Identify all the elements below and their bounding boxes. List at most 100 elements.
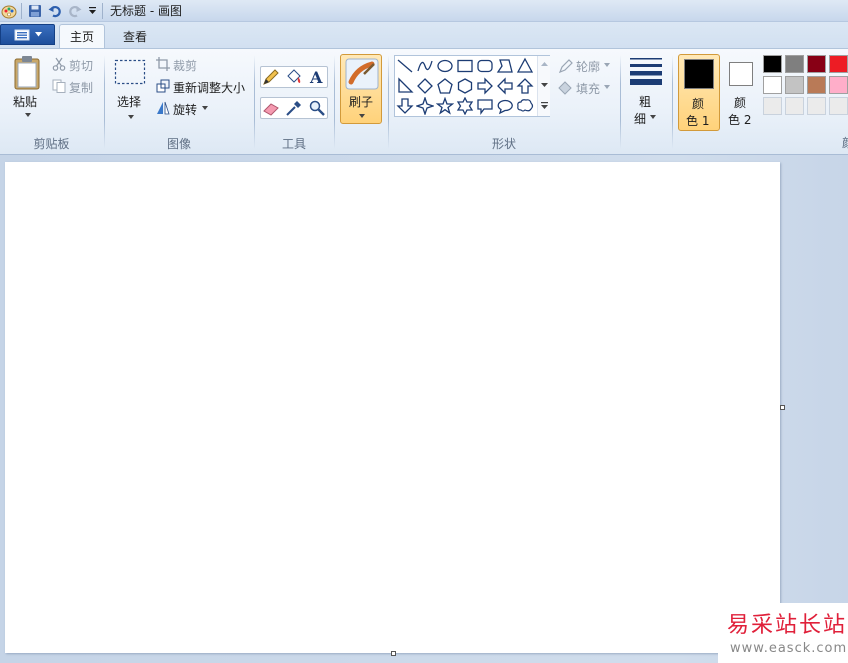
scissors-icon (52, 57, 66, 71)
paste-label: 粘贴 (13, 95, 38, 109)
pencil-icon[interactable] (262, 68, 280, 86)
scroll-down-icon[interactable] (541, 83, 548, 87)
chevron-down-icon[interactable] (202, 106, 208, 110)
triangle-shape-icon[interactable] (516, 57, 534, 75)
clipboard-group: 粘贴 剪切 复制 剪贴板 (0, 49, 103, 155)
crop-icon (156, 57, 170, 71)
color2-label-line1: 颜 (734, 96, 747, 110)
rounded-rectangle-shape-icon[interactable] (476, 57, 494, 75)
size-label-line2: 细 (634, 112, 647, 126)
toolbar-separator (21, 2, 22, 19)
five-point-star-shape-icon[interactable] (436, 97, 454, 115)
resize-handle-right[interactable] (780, 405, 785, 410)
customize-toolbar-dropdown-icon[interactable] (85, 1, 99, 21)
palette-color-swatch[interactable] (785, 76, 804, 94)
up-arrow-shape-icon[interactable] (516, 77, 534, 95)
tools-group-label: 工具 (281, 137, 306, 151)
brush-label: 刷子 (349, 95, 374, 109)
color2-button[interactable]: 颜 色 2 (722, 54, 760, 131)
group-separator (672, 55, 673, 149)
size-button[interactable]: 粗 细 (621, 49, 671, 155)
brush-icon (345, 58, 379, 90)
palette-color-swatch[interactable] (807, 97, 826, 115)
chevron-down-icon[interactable] (128, 115, 134, 119)
palette-color-swatch[interactable] (763, 97, 782, 115)
chevron-down-icon[interactable] (604, 63, 610, 67)
ribbon: 粘贴 剪切 复制 剪贴板 选择 裁剪 重新调整大小 旋转 图像 A 工具 刷子 … (0, 48, 848, 155)
hexagon-shape-icon[interactable] (456, 77, 474, 95)
toolbar-separator (102, 2, 103, 19)
cut-button[interactable]: 剪切 (69, 57, 93, 74)
pentagon-shape-icon[interactable] (436, 77, 454, 95)
oval-shape-icon[interactable] (436, 57, 454, 75)
chevron-down-icon[interactable] (604, 85, 610, 89)
clipboard-group-label: 剪贴板 (33, 137, 70, 151)
palette-color-swatch[interactable] (785, 97, 804, 115)
palette-color-swatch[interactable] (829, 97, 848, 115)
palette-color-swatch[interactable] (807, 55, 826, 73)
color2-swatch (729, 62, 753, 86)
tab-view[interactable]: 查看 (110, 24, 160, 48)
palette-color-swatch[interactable] (785, 55, 804, 73)
crop-button[interactable]: 裁剪 (173, 57, 197, 74)
palette-color-swatch[interactable] (807, 76, 826, 94)
select-button[interactable] (114, 59, 146, 88)
save-icon[interactable] (25, 1, 45, 21)
shapes-gallery-scrollbar[interactable] (537, 56, 550, 116)
fill-button[interactable]: 填充 (576, 80, 600, 97)
paste-button[interactable] (12, 55, 42, 94)
paint-menu-button[interactable] (0, 24, 55, 45)
color1-swatch (684, 59, 714, 89)
palette-color-swatch[interactable] (763, 76, 782, 94)
gallery-expand-icon[interactable] (541, 102, 548, 109)
color-picker-icon[interactable] (285, 99, 303, 117)
magnifier-icon[interactable] (308, 99, 326, 117)
oval-callout-shape-icon[interactable] (496, 97, 514, 115)
cloud-callout-shape-icon[interactable] (516, 97, 534, 115)
watermark-url: www.easck.com (730, 641, 848, 656)
rectangular-callout-shape-icon[interactable] (476, 97, 494, 115)
six-point-star-shape-icon[interactable] (456, 97, 474, 115)
color1-label-line1: 颜 (692, 97, 705, 111)
left-arrow-shape-icon[interactable] (496, 77, 514, 95)
colors-group-label: 颜 (842, 134, 848, 151)
paint-app-icon[interactable] (0, 1, 18, 21)
curve-shape-icon[interactable] (416, 57, 434, 75)
fill-bucket-icon[interactable] (285, 68, 303, 86)
resize-handle-bottom[interactable] (391, 651, 396, 656)
right-triangle-shape-icon[interactable] (396, 77, 414, 95)
right-arrow-shape-icon[interactable] (476, 77, 494, 95)
line-shape-icon[interactable] (396, 57, 414, 75)
palette-color-swatch[interactable] (829, 55, 848, 73)
palette-color-swatch[interactable] (763, 55, 782, 73)
window-title: 无标题 - 画图 (110, 4, 182, 18)
line-width-icon (630, 58, 662, 85)
down-arrow-shape-icon[interactable] (396, 97, 414, 115)
menu-icon (14, 29, 29, 40)
scroll-up-icon[interactable] (541, 62, 548, 66)
shapes-gallery (394, 55, 550, 117)
chevron-down-icon[interactable] (25, 113, 31, 117)
chevron-down-icon (359, 114, 365, 118)
palette-color-swatch[interactable] (829, 76, 848, 94)
text-tool-icon[interactable]: A (308, 68, 326, 86)
image-group: 选择 裁剪 重新调整大小 旋转 图像 (105, 49, 253, 155)
redo-icon[interactable] (65, 1, 85, 21)
tools-group: A 工具 (255, 49, 333, 155)
undo-icon[interactable] (45, 1, 65, 21)
rectangle-shape-icon[interactable] (456, 57, 474, 75)
tab-home[interactable]: 主页 (59, 24, 105, 48)
color1-button[interactable]: 颜 色 1 (678, 54, 720, 131)
rotate-icon (157, 101, 170, 115)
resize-button[interactable]: 重新调整大小 (173, 79, 245, 96)
copy-button[interactable]: 复制 (69, 79, 93, 96)
diamond-shape-icon[interactable] (416, 77, 434, 95)
outline-button[interactable]: 轮廓 (576, 58, 600, 75)
eraser-icon[interactable] (262, 99, 280, 117)
polygon-shape-icon[interactable] (496, 57, 514, 75)
rotate-button[interactable]: 旋转 (173, 101, 197, 118)
drawing-canvas[interactable] (5, 162, 780, 653)
brush-button[interactable]: 刷子 (340, 54, 382, 124)
four-point-star-shape-icon[interactable] (416, 97, 434, 115)
color1-label-line2: 色 1 (686, 114, 710, 128)
